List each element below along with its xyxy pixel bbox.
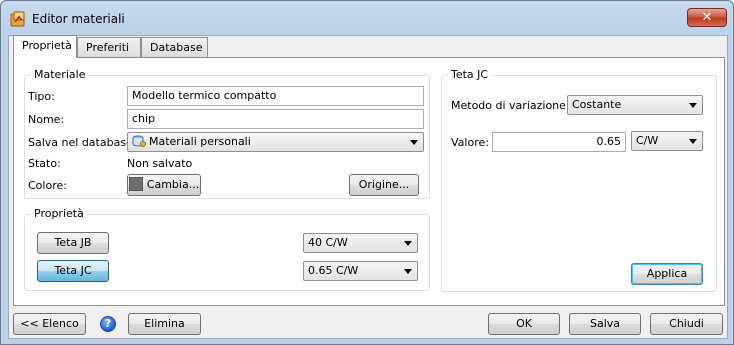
origine-label: Origine... — [358, 178, 410, 191]
teta-jc-group-title: Teta JC — [448, 68, 492, 81]
applica-label: Applica — [646, 267, 688, 280]
teta-jc-select[interactable]: 0.65 C/W — [303, 261, 418, 281]
ok-label: OK — [516, 317, 532, 330]
cambia-colore-button[interactable]: Cambia... — [127, 174, 201, 196]
tab-label: Proprietà — [22, 39, 72, 52]
materiale-group-title: Materiale — [31, 68, 89, 81]
proprieta-group: Proprietà Teta JB 40 C/W Teta JC 0.65 C/… — [24, 207, 430, 291]
chevron-down-icon — [410, 140, 418, 145]
teta-jc-value: 0.65 C/W — [308, 264, 359, 277]
editor-window: Editor materiali ✕ Proprietà Preferiti D… — [0, 0, 734, 345]
chevron-down-icon — [689, 103, 697, 108]
tab-panel-proprieta: Materiale Tipo: Modello termico compatto… — [13, 57, 725, 306]
tipo-label: Tipo: — [28, 90, 55, 103]
elenco-button[interactable]: << Elenco — [13, 313, 86, 335]
ok-button[interactable]: OK — [488, 313, 560, 335]
app-icon — [10, 11, 25, 27]
chevron-down-icon — [404, 241, 412, 246]
origine-button[interactable]: Origine... — [349, 174, 419, 196]
elenco-label: << Elenco — [20, 317, 79, 330]
window-title: Editor materiali — [32, 12, 125, 26]
unit-select[interactable]: C/W — [631, 131, 703, 151]
unit-value: C/W — [636, 134, 659, 147]
salva-label: Salva — [589, 317, 621, 330]
nome-label: Nome: — [28, 113, 65, 126]
teta-jb-value: 40 C/W — [308, 236, 348, 249]
chiudi-label: Chiudi — [669, 317, 704, 330]
tab-database[interactable]: Database — [141, 37, 208, 57]
close-icon: ✕ — [701, 10, 713, 25]
dialog-client: Proprietà Preferiti Database Materiale T… — [8, 35, 728, 339]
chiudi-button[interactable]: Chiudi — [650, 313, 723, 335]
salva-button[interactable]: Salva — [569, 313, 641, 335]
valore-field[interactable]: 0.65 — [492, 132, 626, 152]
tab-proprieta[interactable]: Proprietà — [13, 35, 77, 58]
help-glyph: ? — [104, 317, 112, 330]
metodo-value: Costante — [572, 98, 622, 111]
teta-jc-group: Teta JC Metodo di variazione: Costante V… — [441, 68, 717, 292]
stato-label: Stato: — [28, 157, 61, 170]
colore-label: Colore: — [28, 179, 67, 192]
valore-label: Valore: — [451, 136, 489, 149]
tipo-field[interactable]: Modello termico compatto — [127, 86, 424, 106]
cambia-label: Cambia... — [146, 178, 200, 191]
chevron-down-icon — [689, 139, 697, 144]
database-select-value: Materiali personali — [149, 135, 251, 148]
stato-value: Non salvato — [127, 157, 193, 170]
teta-jb-label: Teta JB — [54, 236, 92, 249]
tab-preferiti[interactable]: Preferiti — [77, 37, 141, 57]
metodo-select[interactable]: Costante — [567, 95, 703, 115]
teta-jc-label: Teta JC — [54, 264, 92, 277]
nome-field[interactable]: chip — [127, 109, 424, 129]
database-select[interactable]: Materiali personali — [127, 132, 424, 152]
database-icon — [132, 135, 146, 147]
elimina-label: Elimina — [144, 317, 185, 330]
color-swatch — [128, 177, 143, 191]
chevron-down-icon — [404, 269, 412, 274]
salva-database-label: Salva nel database: — [28, 136, 137, 149]
tab-label: Database — [150, 41, 203, 54]
close-button[interactable]: ✕ — [687, 8, 727, 27]
applica-button[interactable]: Applica — [631, 263, 703, 285]
tab-label: Preferiti — [86, 41, 130, 54]
title-bar[interactable]: Editor materiali ✕ — [1, 1, 733, 35]
materiale-group: Materiale Tipo: Modello termico compatto… — [24, 68, 430, 199]
proprieta-group-title: Proprietà — [31, 207, 87, 220]
elimina-button[interactable]: Elimina — [128, 313, 201, 335]
metodo-label: Metodo di variazione: — [451, 99, 570, 112]
teta-jb-select[interactable]: 40 C/W — [303, 233, 418, 253]
help-icon[interactable]: ? — [100, 316, 116, 332]
teta-jb-button[interactable]: Teta JB — [37, 232, 109, 254]
teta-jc-button[interactable]: Teta JC — [37, 260, 109, 282]
